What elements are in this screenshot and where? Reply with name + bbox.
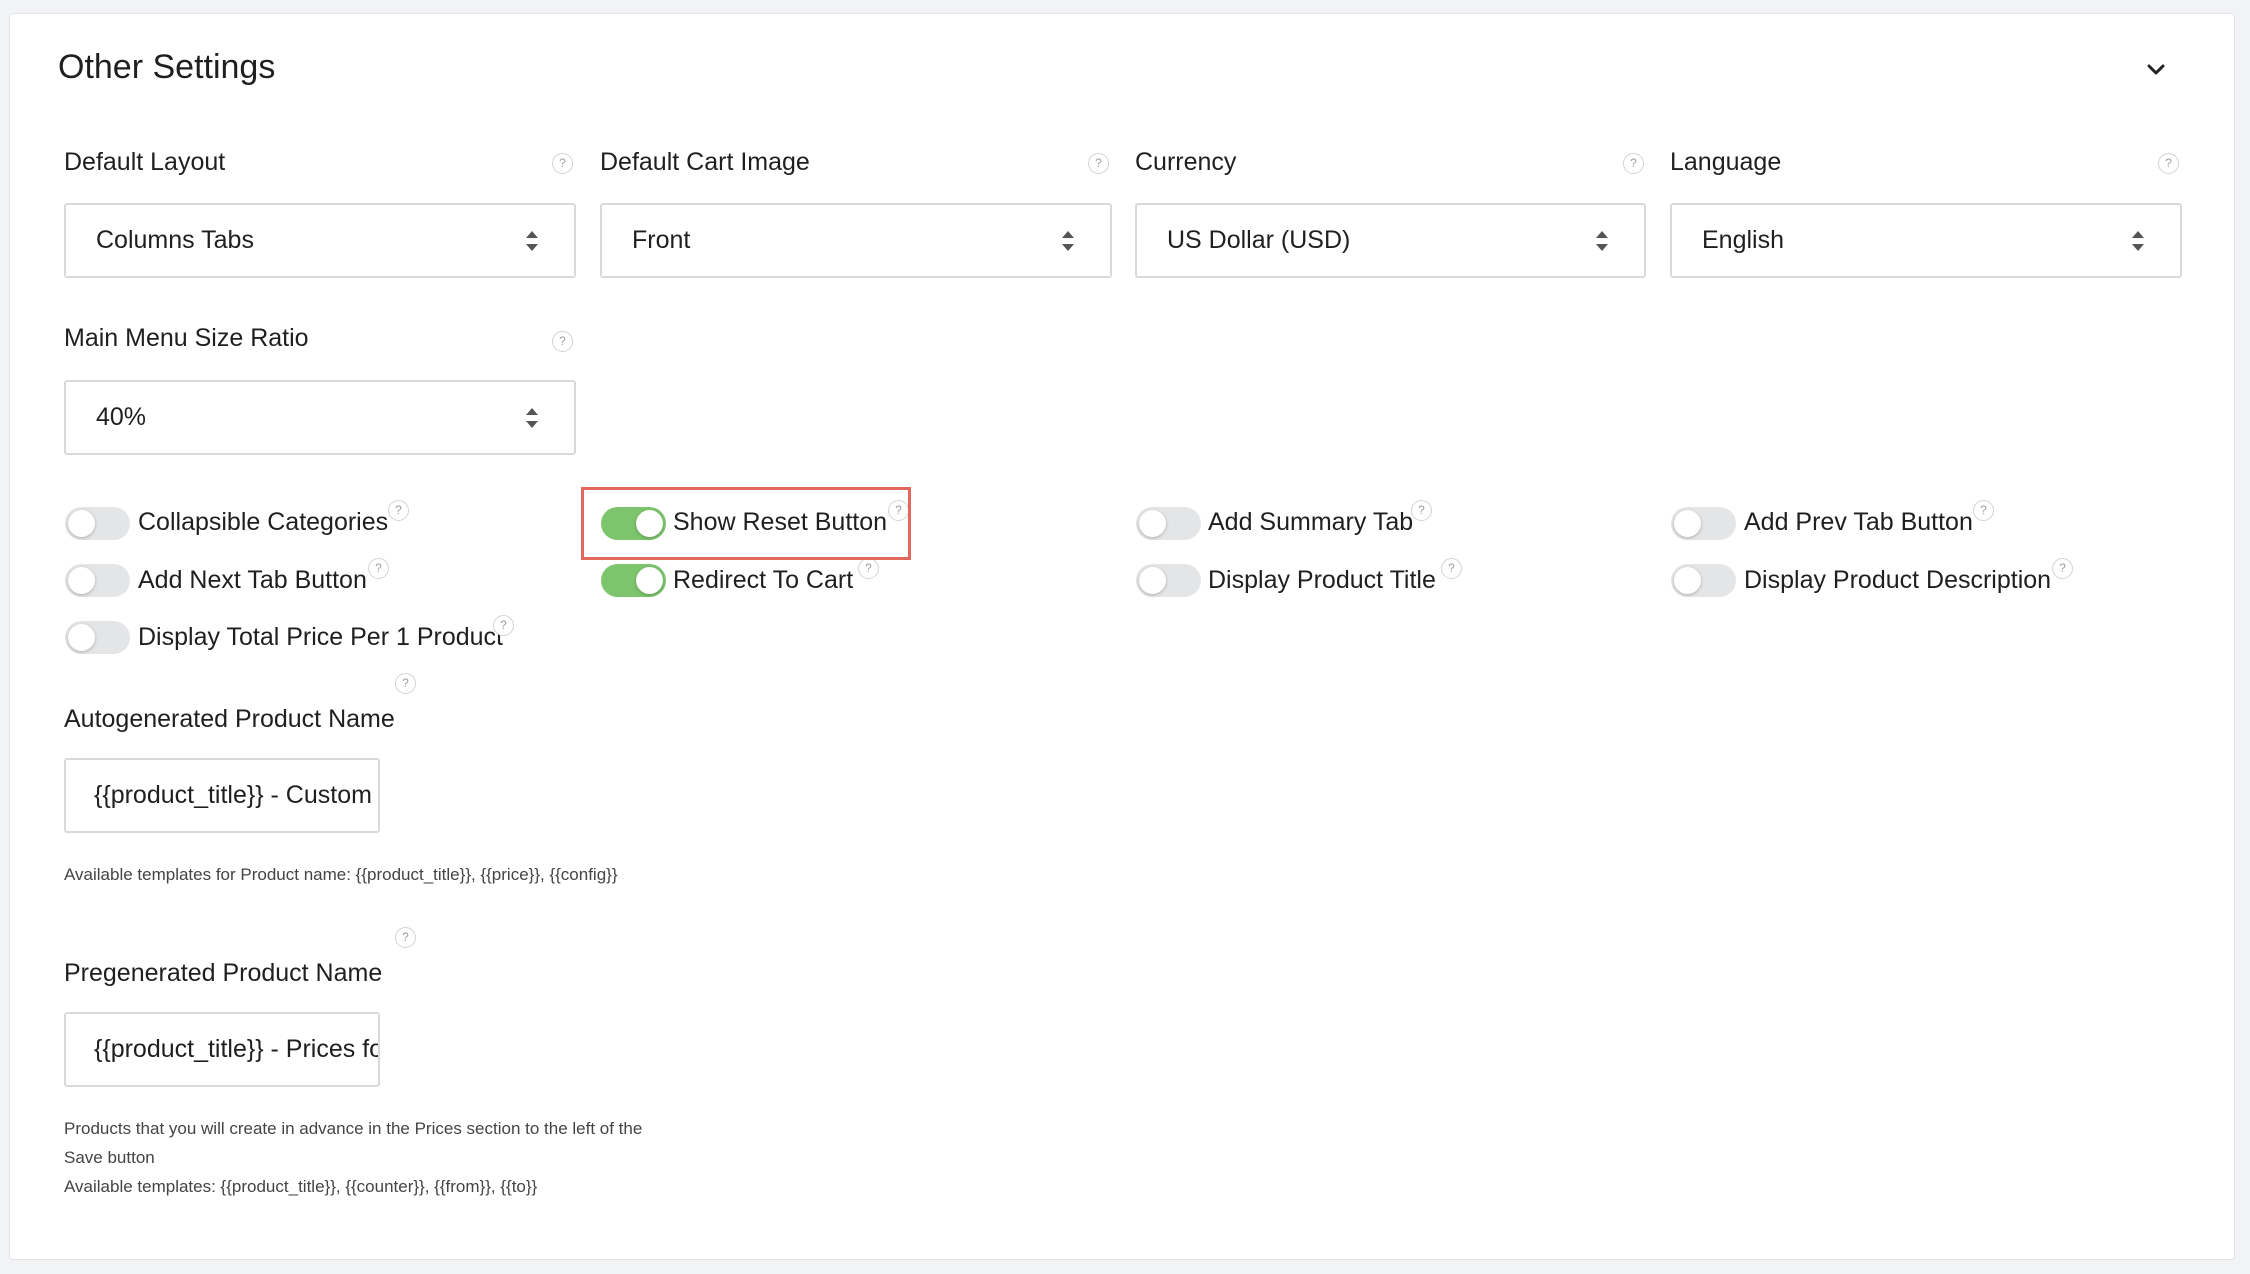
select-arrows-icon — [1062, 231, 1074, 251]
toggle-knob — [1139, 510, 1166, 537]
help-icon[interactable]: ? — [1973, 500, 1994, 521]
collapsible-categories-toggle[interactable] — [65, 507, 130, 540]
help-icon[interactable]: ? — [388, 500, 409, 521]
default-layout-select[interactable]: Columns Tabs — [64, 203, 576, 278]
default-cart-image-value: Front — [632, 226, 691, 254]
language-select[interactable]: English — [1670, 203, 2182, 278]
help-icon[interactable]: ? — [552, 331, 573, 352]
toggle-knob — [68, 510, 95, 537]
default-layout-value: Columns Tabs — [96, 226, 254, 254]
select-arrows-icon — [2132, 231, 2144, 251]
currency-value: US Dollar (USD) — [1167, 226, 1351, 254]
pregenerated-product-name-input[interactable]: {{product_title}} - Prices for — [64, 1012, 380, 1087]
toggle-knob — [1139, 567, 1166, 594]
language-value: English — [1702, 226, 1784, 254]
toggle-knob — [636, 567, 663, 594]
pregenerated-product-name-label: Pregenerated Product Name — [64, 959, 383, 987]
main-menu-size-ratio-value: 40% — [96, 403, 147, 431]
main-menu-size-ratio-select[interactable]: 40% — [64, 380, 576, 455]
add-summary-tab-label: Add Summary Tab — [1208, 508, 1414, 536]
display-total-price-toggle[interactable] — [65, 621, 130, 654]
section-title: Other Settings — [58, 48, 276, 86]
highlight-box — [581, 487, 911, 560]
help-icon[interactable]: ? — [493, 615, 514, 636]
select-arrows-icon — [526, 231, 538, 251]
help-icon[interactable]: ? — [1411, 500, 1432, 521]
default-layout-label: Default Layout — [64, 148, 226, 176]
select-arrows-icon — [1596, 231, 1608, 251]
pregenerated-hint-line-1: Products that you will create in advance… — [64, 1119, 643, 1138]
help-icon[interactable]: ? — [2052, 558, 2073, 579]
language-label: Language — [1670, 148, 1782, 176]
redirect-to-cart-toggle[interactable] — [601, 564, 666, 597]
help-icon[interactable]: ? — [2158, 153, 2179, 174]
default-cart-image-label: Default Cart Image — [600, 148, 810, 176]
main-menu-size-ratio-label: Main Menu Size Ratio — [64, 324, 309, 352]
display-total-price-label: Display Total Price Per 1 Product — [138, 623, 503, 651]
toggle-knob — [1674, 567, 1701, 594]
display-product-title-label: Display Product Title — [1208, 566, 1436, 594]
help-icon[interactable]: ? — [1441, 558, 1462, 579]
add-prev-tab-button-label: Add Prev Tab Button — [1744, 508, 1973, 536]
display-product-title-toggle[interactable] — [1136, 564, 1201, 597]
help-icon[interactable]: ? — [1088, 153, 1109, 174]
pregenerated-hint-line-2: Save button — [64, 1148, 155, 1167]
currency-label: Currency — [1135, 148, 1237, 176]
help-icon[interactable]: ? — [858, 558, 879, 579]
default-cart-image-select[interactable]: Front — [600, 203, 1112, 278]
help-icon[interactable]: ? — [552, 153, 573, 174]
add-summary-tab-toggle[interactable] — [1136, 507, 1201, 540]
help-icon[interactable]: ? — [395, 927, 416, 948]
display-product-description-label: Display Product Description — [1744, 566, 2052, 594]
toggle-knob — [68, 624, 95, 651]
help-icon[interactable]: ? — [368, 558, 389, 579]
currency-select[interactable]: US Dollar (USD) — [1135, 203, 1646, 278]
chevron-down-icon[interactable] — [2144, 58, 2168, 82]
add-next-tab-button-label: Add Next Tab Button — [138, 566, 367, 594]
autogenerated-product-name-input[interactable]: {{product_title}} - Custom — [64, 758, 380, 833]
add-prev-tab-button-toggle[interactable] — [1671, 507, 1736, 540]
add-next-tab-button-toggle[interactable] — [65, 564, 130, 597]
help-icon[interactable]: ? — [395, 673, 416, 694]
collapsible-categories-label: Collapsible Categories — [138, 508, 389, 536]
redirect-to-cart-label: Redirect To Cart — [673, 566, 854, 594]
toggle-knob — [68, 567, 95, 594]
select-arrows-icon — [526, 408, 538, 428]
toggle-knob — [1674, 510, 1701, 537]
pregenerated-hint-line-3: Available templates: {{product_title}}, … — [64, 1177, 538, 1196]
display-product-description-toggle[interactable] — [1671, 564, 1736, 597]
help-icon[interactable]: ? — [1623, 153, 1644, 174]
autogenerated-hint: Available templates for Product name: {{… — [64, 865, 618, 884]
autogenerated-product-name-label: Autogenerated Product Name — [64, 705, 395, 733]
